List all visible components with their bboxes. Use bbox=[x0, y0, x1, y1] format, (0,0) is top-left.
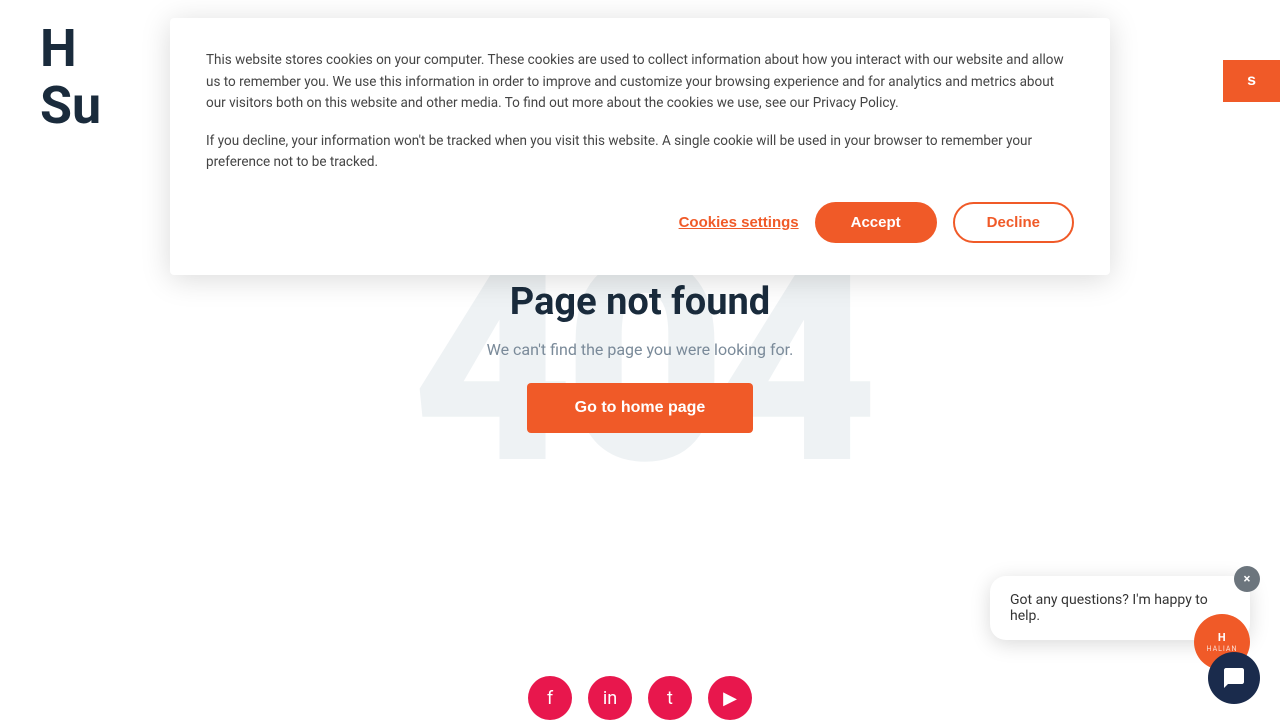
error-content: Page not found We can't find the page yo… bbox=[487, 280, 794, 433]
social-icon-facebook[interactable]: f bbox=[528, 676, 572, 720]
chat-icon bbox=[1222, 666, 1246, 690]
header-title-line1: H bbox=[40, 20, 101, 77]
cookie-banner: This website stores cookies on your comp… bbox=[170, 18, 1110, 275]
social-icon-youtube[interactable]: ▶ bbox=[708, 676, 752, 720]
cookie-actions: Cookies settings Accept Decline bbox=[206, 202, 1074, 243]
error-section: 404 Page not found We can't find the pag… bbox=[0, 280, 1280, 433]
chat-avatar-initial: H bbox=[1218, 632, 1226, 643]
go-home-button[interactable]: Go to home page bbox=[527, 383, 754, 433]
decline-button[interactable]: Decline bbox=[953, 202, 1074, 243]
chat-bubble-text: Got any questions? I'm happy to help. bbox=[1010, 592, 1208, 624]
social-icon-linkedin[interactable]: in bbox=[588, 676, 632, 720]
social-icons: f in t ▶ bbox=[528, 676, 752, 720]
cookie-text-secondary: If you decline, your information won't b… bbox=[206, 131, 1074, 174]
chat-icon-button[interactable] bbox=[1208, 652, 1260, 704]
cookie-text-primary: This website stores cookies on your comp… bbox=[206, 50, 1074, 115]
header-title-line2: Su bbox=[40, 77, 101, 134]
error-title: Page not found bbox=[510, 280, 770, 324]
chat-close-button[interactable]: × bbox=[1234, 566, 1260, 592]
accept-button[interactable]: Accept bbox=[815, 202, 937, 243]
header-button[interactable]: s bbox=[1223, 60, 1280, 102]
chat-widget: Got any questions? I'm happy to help. × … bbox=[990, 576, 1260, 640]
cookies-settings-button[interactable]: Cookies settings bbox=[679, 214, 799, 231]
error-subtitle: We can't find the page you were looking … bbox=[487, 340, 794, 359]
social-icon-twitter[interactable]: t bbox=[648, 676, 692, 720]
